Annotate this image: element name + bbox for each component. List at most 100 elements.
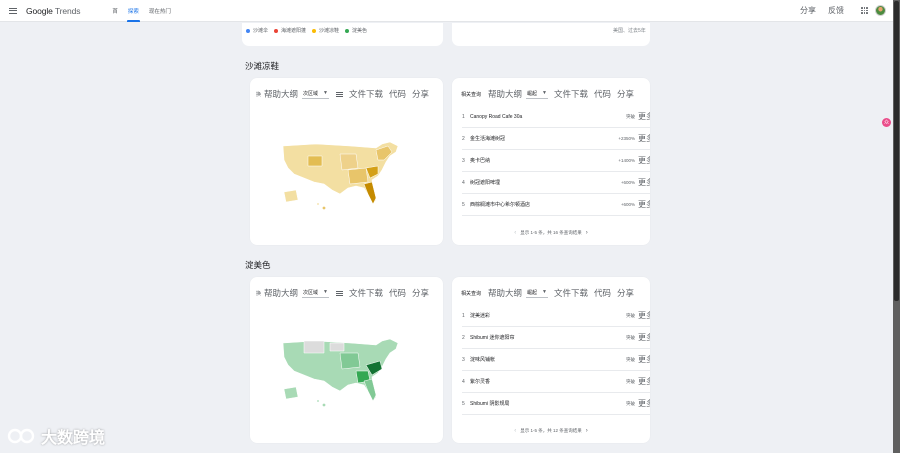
query-row[interactable]: 2 金生活海滩树冠 +2350%更多 bbox=[462, 128, 650, 150]
legend-label: 海滩遮阳蓬 bbox=[281, 28, 307, 34]
query-growth: 突破 bbox=[626, 334, 635, 340]
query-growth: 突破 bbox=[626, 378, 635, 384]
related-queries-card: 相关查询 帮助大纲 崛起▼ 文件下载 代码 分享 1淀美迷彩突破更多 2Shib… bbox=[452, 277, 650, 443]
logo-google: Google bbox=[26, 5, 53, 16]
more-menu[interactable]: 更多 bbox=[638, 398, 650, 409]
help-outline[interactable]: 帮助大纲 bbox=[488, 287, 522, 299]
nav-explore[interactable]: 探索 bbox=[123, 0, 144, 22]
floating-assistant-badge[interactable]: 众 bbox=[882, 118, 891, 127]
query-growth: +600% bbox=[620, 202, 635, 207]
region-map-card: 换 帮助大纲 次区域 ▼ 文件下载 代码 分享 bbox=[250, 277, 443, 443]
nav-home[interactable]: 首 bbox=[107, 0, 123, 22]
query-row[interactable]: 5 西棕榈滩市中心希尔顿酒店 +600%更多 bbox=[462, 194, 650, 216]
download-button[interactable]: 文件下载 bbox=[349, 88, 383, 100]
query-row[interactable]: 5 Shibumi 阴影规局 突破更多 bbox=[462, 393, 650, 415]
prev-page-icon[interactable]: ‹ bbox=[514, 230, 516, 236]
help-outline[interactable]: 帮助大纲 bbox=[264, 88, 298, 100]
more-menu[interactable]: 更多 bbox=[638, 332, 650, 343]
more-menu[interactable]: 更多 bbox=[638, 376, 650, 387]
query-term: 树冠遮阳啤埋 bbox=[470, 180, 501, 186]
share-button[interactable]: 分享 bbox=[617, 287, 634, 299]
embed-code-button[interactable]: 代码 bbox=[389, 287, 406, 299]
query-row[interactable]: 3 淀味风铺帐 突破更多 bbox=[462, 349, 650, 371]
next-page-icon[interactable]: › bbox=[586, 428, 588, 434]
legend-item: 沙滩凉鞋 bbox=[312, 27, 339, 34]
page-scrollbar[interactable] bbox=[893, 0, 900, 453]
google-trends-logo[interactable]: Google Trends bbox=[26, 6, 80, 16]
download-button[interactable]: 文件下载 bbox=[349, 287, 383, 299]
state-florida bbox=[363, 181, 377, 205]
legend-dot bbox=[312, 28, 317, 33]
query-index: 3 bbox=[462, 356, 465, 363]
state-hawaii-2 bbox=[317, 203, 319, 205]
more-menu[interactable]: 更多 bbox=[638, 133, 650, 144]
query-index: 4 bbox=[462, 378, 465, 385]
watermark: 大数跨境 bbox=[7, 424, 105, 448]
share-link[interactable]: 分享 bbox=[800, 5, 816, 16]
legend-label: 沙滩凉鞋 bbox=[319, 28, 340, 34]
more-menu[interactable]: 更多 bbox=[638, 310, 650, 321]
help-outline[interactable]: 帮助大纲 bbox=[264, 287, 298, 299]
more-menu[interactable]: 更多 bbox=[638, 199, 650, 210]
legend-item: 海滩遮阳蓬 bbox=[274, 27, 306, 34]
state-colorado bbox=[307, 155, 323, 167]
next-page-icon[interactable]: › bbox=[586, 230, 588, 236]
apps-grid-icon[interactable] bbox=[861, 7, 868, 14]
dropdown-caret-icon: ▼ bbox=[542, 90, 547, 96]
download-button[interactable]: 文件下载 bbox=[554, 88, 588, 100]
query-growth: 突破 bbox=[626, 356, 635, 362]
share-button[interactable]: 分享 bbox=[412, 287, 429, 299]
related-queries-title: 相关查询 bbox=[461, 290, 482, 297]
query-row[interactable]: 1 Canopy Road Cafe 30a 突破更多 bbox=[462, 106, 650, 128]
more-menu[interactable]: 更多 bbox=[638, 354, 650, 365]
embed-code-button[interactable]: 代码 bbox=[389, 88, 406, 100]
related-queries-title: 相关查询 bbox=[461, 91, 482, 98]
query-index: 2 bbox=[462, 135, 465, 142]
rising-select[interactable]: 崛起 ▼ bbox=[526, 90, 548, 99]
query-row[interactable]: 4 紫尔灵香 突破更多 bbox=[462, 371, 650, 393]
embed-code-button[interactable]: 代码 bbox=[594, 88, 611, 100]
query-row[interactable]: 4 树冠遮阳啤埋 +600%更多 bbox=[462, 172, 650, 194]
list-view-icon[interactable] bbox=[336, 290, 343, 296]
query-growth: +600% bbox=[620, 180, 635, 185]
dropdown-caret-icon: ▼ bbox=[323, 289, 328, 295]
nav-trending-now[interactable]: 现在热门 bbox=[144, 0, 176, 22]
legend-dot bbox=[274, 28, 279, 33]
region-select-value: 次区域 bbox=[303, 90, 319, 97]
hamburger-menu-icon[interactable] bbox=[9, 7, 17, 14]
query-term: 奥卡巴纳 bbox=[470, 158, 491, 164]
swap-icon[interactable]: 换 bbox=[256, 290, 261, 297]
query-row[interactable]: 3 奥卡巴纳 +1400%更多 bbox=[462, 150, 650, 172]
query-index: 4 bbox=[462, 179, 465, 186]
pagination-text: 显示 1-5 条，共 12 条查询结果 bbox=[520, 428, 582, 433]
rising-select[interactable]: 崛起 ▼ bbox=[526, 289, 548, 298]
region-select[interactable]: 次区域 ▼ bbox=[302, 289, 329, 298]
query-term: 西棕榈滩市中心希尔顿酒店 bbox=[470, 202, 531, 208]
more-menu[interactable]: 更多 bbox=[638, 155, 650, 166]
query-growth: +2350% bbox=[618, 136, 635, 141]
download-button[interactable]: 文件下载 bbox=[554, 287, 588, 299]
share-button[interactable]: 分享 bbox=[617, 88, 634, 100]
comparison-legend: 沙滩伞 海滩遮阳蓬 沙滩凉鞋 淀美色 bbox=[246, 27, 373, 34]
region-select[interactable]: 次区域 ▼ bbox=[302, 90, 329, 99]
account-avatar[interactable] bbox=[875, 5, 886, 16]
scrollbar-thumb[interactable] bbox=[894, 1, 899, 301]
share-button[interactable]: 分享 bbox=[412, 88, 429, 100]
query-row[interactable]: 2 Shibumi 迷你遮阳帘 突破更多 bbox=[462, 327, 650, 349]
more-menu[interactable]: 更多 bbox=[638, 111, 650, 122]
swap-icon[interactable]: 换 bbox=[256, 91, 261, 98]
us-map-color[interactable] bbox=[278, 335, 408, 410]
us-map-sandals[interactable] bbox=[278, 138, 408, 213]
help-outline[interactable]: 帮助大纲 bbox=[488, 88, 522, 100]
query-growth: 突破 bbox=[626, 312, 635, 318]
state-hawaii-2 bbox=[317, 400, 319, 402]
prev-page-icon[interactable]: ‹ bbox=[514, 428, 516, 434]
query-index: 1 bbox=[462, 312, 465, 319]
list-view-icon[interactable] bbox=[336, 91, 343, 97]
more-menu[interactable]: 更多 bbox=[638, 177, 650, 188]
embed-code-button[interactable]: 代码 bbox=[594, 287, 611, 299]
feedback-link[interactable]: 反馈 bbox=[828, 5, 844, 16]
query-term: 紫尔灵香 bbox=[470, 379, 491, 385]
query-row[interactable]: 1 淀美迷彩 突破更多 bbox=[462, 305, 650, 327]
query-growth: 突破 bbox=[626, 113, 635, 119]
